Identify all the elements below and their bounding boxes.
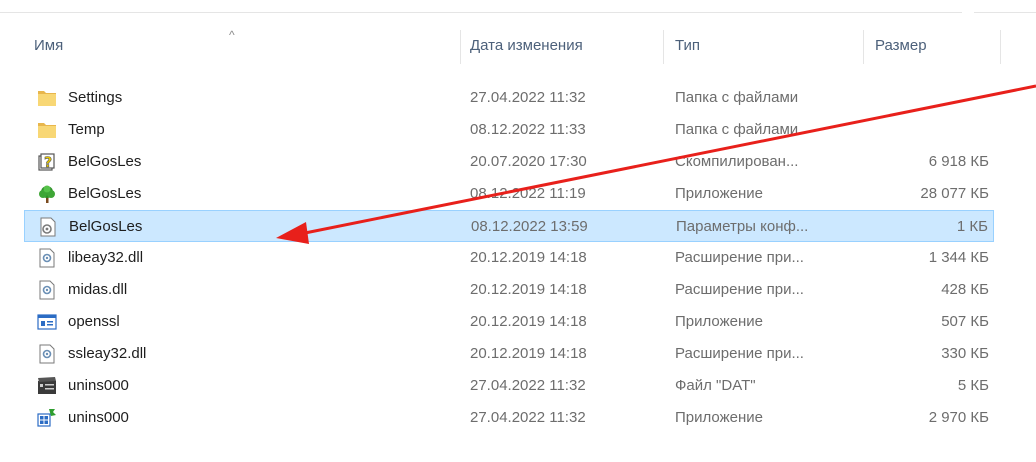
file-row[interactable]: Settings 27.04.2022 11:32 Папка с файлам…: [24, 82, 994, 114]
file-row[interactable]: ssleay32.dll 20.12.2019 14:18 Расширение…: [24, 338, 994, 370]
config-file-icon: [40, 217, 56, 237]
column-header-size[interactable]: Размер: [875, 24, 927, 68]
file-type: Расширение при...: [675, 281, 804, 298]
column-header-name[interactable]: Имя: [34, 24, 63, 68]
file-name: unins000: [68, 377, 129, 394]
file-date: 08.12.2022 11:33: [470, 121, 586, 138]
file-row[interactable]: unins000 27.04.2022 11:32 Файл "DAT" 5 К…: [24, 370, 994, 402]
file-type: Папка с файлами: [675, 89, 799, 106]
file-type: Параметры конф...: [676, 218, 809, 235]
file-size: 507 КБ: [941, 313, 989, 330]
file-size: 330 КБ: [941, 345, 989, 362]
file-name: libeay32.dll: [68, 249, 144, 266]
dat-file-icon: [38, 377, 56, 394]
file-date: 08.12.2022 11:19: [470, 185, 586, 202]
file-name: BelGosLes: [68, 153, 142, 170]
dll-icon: [39, 248, 55, 268]
file-type: Скомпилирован...: [675, 153, 799, 170]
file-size: 1 344 КБ: [928, 249, 989, 266]
sort-ascending-icon: ^: [229, 28, 235, 42]
column-header-row: ^ Имя Дата изменения Тип Размер: [0, 24, 1036, 68]
tree-app-icon: [39, 185, 55, 203]
file-date: 27.04.2022 11:32: [470, 89, 586, 106]
folder-icon: [38, 123, 56, 138]
svg-text:?: ?: [44, 155, 52, 171]
file-date: 20.07.2020 17:30: [470, 153, 587, 170]
file-type: Приложение: [675, 409, 763, 426]
file-size: 28 077 КБ: [920, 185, 989, 202]
file-row[interactable]: libeay32.dll 20.12.2019 14:18 Расширение…: [24, 242, 994, 274]
file-name: BelGosLes: [69, 218, 143, 235]
installer-icon: [37, 409, 56, 427]
file-name: BelGosLes: [68, 185, 142, 202]
folder-icon: [38, 91, 56, 106]
file-name: unins000: [68, 409, 129, 426]
file-row[interactable]: midas.dll 20.12.2019 14:18 Расширение пр…: [24, 274, 994, 306]
file-type: Папка с файлами: [675, 121, 799, 138]
file-name: midas.dll: [68, 281, 128, 298]
top-divider-right: [974, 12, 1036, 13]
dll-icon: [39, 344, 55, 364]
file-date: 27.04.2022 11:32: [470, 377, 586, 394]
file-size: 5 КБ: [957, 377, 989, 394]
file-name: ssleay32.dll: [68, 345, 147, 362]
column-separator[interactable]: [1000, 30, 1001, 64]
file-size: 1 КБ: [956, 218, 988, 235]
file-row[interactable]: BelGosLes 08.12.2022 11:19 Приложение 28…: [24, 178, 994, 210]
file-row[interactable]: openssl 20.12.2019 14:18 Приложение 507 …: [24, 306, 994, 338]
column-header-type[interactable]: Тип: [675, 24, 700, 68]
column-separator[interactable]: [663, 30, 664, 64]
file-size: 428 КБ: [941, 281, 989, 298]
file-size: 2 970 КБ: [928, 409, 989, 426]
file-type: Файл "DAT": [675, 377, 756, 394]
file-name: Settings: [68, 89, 123, 106]
file-row[interactable]: unins000 27.04.2022 11:32 Приложение 2 9…: [24, 402, 994, 434]
dll-icon: [39, 280, 55, 300]
file-size: 6 918 КБ: [928, 153, 989, 170]
top-divider: [0, 12, 962, 13]
file-date: 20.12.2019 14:18: [470, 345, 587, 362]
file-date: 08.12.2022 13:59: [471, 218, 588, 235]
column-separator[interactable]: [863, 30, 864, 64]
file-name: openssl: [68, 313, 120, 330]
file-row-selected[interactable]: BelGosLes 08.12.2022 13:59 Параметры кон…: [24, 210, 994, 242]
file-date: 27.04.2022 11:32: [470, 409, 586, 426]
file-date: 20.12.2019 14:18: [470, 249, 587, 266]
file-type: Расширение при...: [675, 345, 804, 362]
window-app-icon: [37, 314, 57, 330]
help-file-icon: ?: [38, 153, 55, 171]
file-date: 20.12.2019 14:18: [470, 281, 587, 298]
file-type: Приложение: [675, 185, 763, 202]
file-type: Приложение: [675, 313, 763, 330]
file-row[interactable]: ? BelGosLes 20.07.2020 17:30 Скомпилиров…: [24, 146, 994, 178]
file-row[interactable]: Temp 08.12.2022 11:33 Папка с файлами: [24, 114, 994, 146]
file-name: Temp: [68, 121, 105, 138]
column-separator[interactable]: [460, 30, 461, 64]
file-type: Расширение при...: [675, 249, 804, 266]
column-header-date[interactable]: Дата изменения: [470, 24, 583, 68]
file-date: 20.12.2019 14:18: [470, 313, 587, 330]
